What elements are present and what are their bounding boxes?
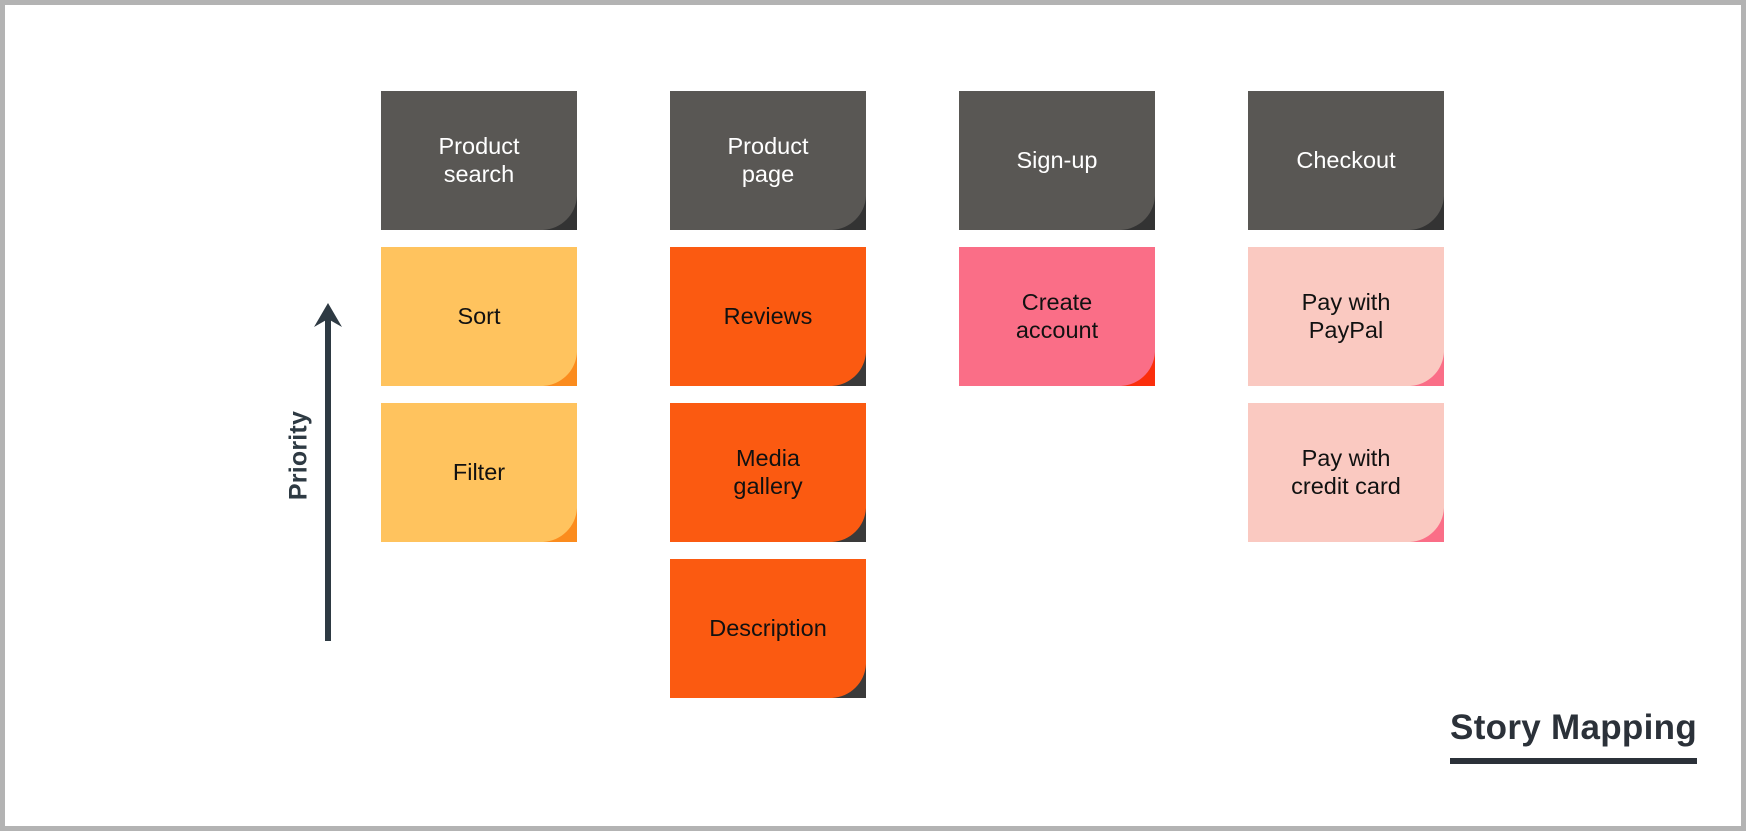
column-header-product-search[interactable]: Product search: [381, 91, 577, 230]
story-mapping-board: Priority Product search Sort Filter Product…: [0, 0, 1746, 831]
card-fold-corner-icon: [1410, 508, 1444, 542]
card-fold-corner-icon: [832, 664, 866, 698]
story-card-label: Filter: [452, 458, 506, 485]
card-fold-corner-icon: [832, 508, 866, 542]
story-card[interactable]: Pay with credit card: [1248, 403, 1444, 542]
board-column: Product page Reviews Media gallery Descript…: [670, 91, 866, 698]
story-card[interactable]: Reviews: [670, 247, 866, 386]
card-fold-corner-icon: [1121, 196, 1155, 230]
story-card-label: Create account: [1015, 288, 1099, 343]
column-header-checkout[interactable]: Checkout: [1248, 91, 1444, 230]
story-card[interactable]: Description: [670, 559, 866, 698]
story-card-label: Media gallery: [733, 444, 803, 499]
card-fold-corner-icon: [1410, 352, 1444, 386]
card-fold-corner-icon: [1121, 352, 1155, 386]
card-fold-corner-icon: [543, 352, 577, 386]
priority-axis-label: Priority: [284, 410, 313, 501]
card-fold-corner-icon: [543, 196, 577, 230]
column-header-product-page[interactable]: Product page: [670, 91, 866, 230]
card-fold-corner-icon: [1410, 196, 1444, 230]
priority-axis: Priority: [273, 301, 363, 641]
story-card-label: Sort: [457, 302, 501, 329]
column-header-sign-up[interactable]: Sign-up: [959, 91, 1155, 230]
story-card[interactable]: Media gallery: [670, 403, 866, 542]
story-card-label: Reviews: [723, 302, 813, 329]
board-columns: Product search Sort Filter Product page Revi…: [381, 91, 1444, 698]
story-card[interactable]: Pay with PayPal: [1248, 247, 1444, 386]
page-title: Story Mapping: [1450, 708, 1697, 764]
column-header-label: Sign-up: [1016, 146, 1098, 173]
story-card-label: Description: [709, 614, 827, 641]
story-card-label: Pay with credit card: [1291, 444, 1401, 499]
story-card-label: Pay with PayPal: [1301, 288, 1391, 343]
board-column: Checkout Pay with PayPal Pay with credit c…: [1248, 91, 1444, 698]
card-fold-corner-icon: [832, 196, 866, 230]
card-fold-corner-icon: [832, 352, 866, 386]
priority-arrow-icon: [311, 301, 345, 641]
column-header-label: Product page: [727, 132, 809, 187]
board-column: Sign-up Create account: [959, 91, 1155, 698]
card-fold-corner-icon: [543, 508, 577, 542]
column-header-label: Product search: [438, 132, 520, 187]
column-header-label: Checkout: [1296, 146, 1396, 173]
story-card[interactable]: Filter: [381, 403, 577, 542]
story-card[interactable]: Create account: [959, 247, 1155, 386]
board-column: Product search Sort Filter: [381, 91, 577, 698]
story-card[interactable]: Sort: [381, 247, 577, 386]
